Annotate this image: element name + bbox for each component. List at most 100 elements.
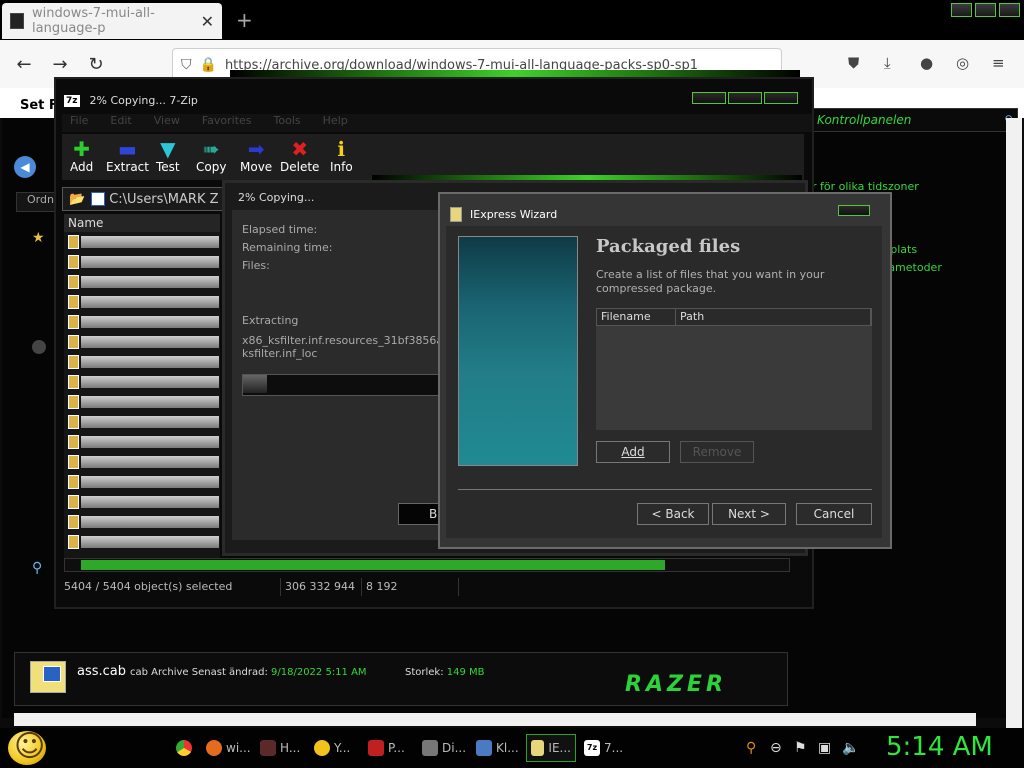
shield-icon[interactable]: ⛉	[181, 57, 192, 73]
search-tray-icon[interactable]: ⚲	[746, 740, 756, 756]
list-item[interactable]	[64, 352, 220, 372]
extract-button[interactable]: ▬ Extract	[106, 138, 149, 174]
list-item-label	[81, 496, 219, 508]
disk-icon	[422, 740, 438, 756]
list-item[interactable]	[64, 272, 220, 292]
taskbar-label: IE...	[548, 741, 571, 755]
info-button[interactable]: ℹ Info	[330, 138, 353, 174]
list-item[interactable]	[64, 392, 220, 412]
forward-button[interactable]: →	[48, 54, 72, 75]
menu-favorites[interactable]: Favorites	[202, 114, 252, 132]
taskbar-label: Di...	[442, 741, 467, 755]
lock-icon[interactable]: 🔒	[200, 57, 217, 73]
maximize-button[interactable]	[975, 3, 996, 17]
vertical-scrollbar[interactable]	[1006, 118, 1022, 728]
taskbar-item-di[interactable]: Di...	[422, 734, 466, 762]
menu-help[interactable]: Help	[323, 114, 348, 132]
list-item[interactable]	[64, 372, 220, 392]
tab-title: windows-7-mui-all-language-p	[32, 6, 155, 36]
test-check-icon: ▼	[160, 137, 176, 161]
remove-file-button[interactable]: Remove	[680, 441, 754, 463]
plus-icon: ✚	[73, 137, 90, 161]
column-filename[interactable]: Filename	[597, 309, 676, 325]
packaged-files-list[interactable]: Filename Path	[596, 308, 872, 430]
list-item[interactable]	[64, 332, 220, 352]
list-item[interactable]	[64, 252, 220, 272]
menu-file[interactable]: File	[70, 114, 88, 132]
list-item[interactable]	[64, 432, 220, 452]
list-item[interactable]	[64, 492, 220, 512]
taskbar-item-kl[interactable]: Kl...	[476, 734, 519, 762]
cancel-button[interactable]: Cancel	[796, 503, 872, 525]
minimize-button[interactable]	[951, 3, 972, 17]
list-item[interactable]	[64, 472, 220, 492]
taskbar-item-iexpress[interactable]: IE...	[526, 734, 576, 762]
horizontal-scrollbar[interactable]	[14, 713, 976, 726]
menu-tools[interactable]: Tools	[274, 114, 301, 132]
menu-edit[interactable]: Edit	[110, 114, 131, 132]
iexpress-close-button[interactable]	[838, 205, 870, 216]
network-tray-icon[interactable]: ▣	[818, 740, 831, 756]
list-item-label	[81, 456, 219, 468]
next-button[interactable]: Next >	[712, 503, 786, 525]
taskbar-item-h[interactable]: H...	[260, 734, 300, 762]
new-tab-button[interactable]: +	[236, 8, 253, 32]
taskbar-item-7zip[interactable]: 7z 7...	[584, 734, 623, 762]
menu-view[interactable]: View	[154, 114, 180, 132]
list-item[interactable]	[64, 452, 220, 472]
smiley-icon	[314, 740, 330, 756]
input-methods-link[interactable]: tametoder	[884, 261, 942, 274]
download-icon[interactable]: ⤓	[884, 54, 891, 72]
delete-label: Delete	[280, 160, 320, 174]
iexpress-titlebar: IExpress Wizard	[450, 207, 557, 222]
back-button-wizard[interactable]: < Back	[637, 503, 709, 525]
folder-up-icon[interactable]: 📂	[69, 192, 85, 207]
list-item[interactable]	[64, 292, 220, 312]
list-item[interactable]	[64, 412, 220, 432]
start-button[interactable]	[8, 729, 46, 765]
taskbar-chrome[interactable]	[176, 734, 192, 762]
taskbar-item-firefox[interactable]: wi...	[206, 734, 251, 762]
move-button[interactable]: ➡ Move	[240, 138, 272, 174]
add-file-button[interactable]: Add	[596, 441, 670, 463]
copy-button[interactable]: ➠ Copy	[196, 138, 226, 174]
profile-icon[interactable]: ●	[920, 54, 933, 72]
files-label: Files:	[242, 259, 270, 272]
browser-window-controls	[951, 3, 1020, 17]
network-icon[interactable]: ⚲	[32, 560, 42, 576]
7zip-window-controls	[692, 92, 798, 104]
explorer-back-icon[interactable]: ◀	[14, 156, 54, 178]
list-item[interactable]	[64, 532, 220, 552]
favorites-star-icon[interactable]: ★	[32, 230, 45, 246]
control-panel-search[interactable]: Kontrollpanelen ⚲	[812, 108, 1018, 132]
7zip-maximize-button[interactable]	[728, 92, 762, 104]
close-window-button[interactable]	[999, 3, 1020, 17]
pocket-icon[interactable]: ⛊	[848, 54, 859, 72]
taskbar-item-y[interactable]: Y...	[314, 734, 350, 762]
homegroup-icon[interactable]	[32, 340, 46, 354]
close-tab-icon[interactable]: ✕	[201, 12, 214, 31]
background-button[interactable]: B	[398, 503, 442, 525]
menu-icon[interactable]: ≡	[992, 54, 1005, 72]
scrollbar-thumb[interactable]	[81, 560, 665, 570]
7zip-close-button[interactable]	[764, 92, 798, 104]
7zip-horizontal-scrollbar[interactable]	[64, 558, 790, 572]
list-item[interactable]	[64, 232, 220, 252]
add-button[interactable]: ✚ Add	[70, 138, 93, 174]
column-path[interactable]: Path	[676, 309, 871, 325]
delete-button[interactable]: ✖ Delete	[280, 138, 319, 174]
flag-icon[interactable]: ⚑	[794, 740, 807, 756]
list-item[interactable]	[64, 312, 220, 332]
back-button[interactable]: ←	[12, 54, 36, 75]
tray-minus-icon[interactable]: ⊖	[770, 740, 782, 756]
extensions-icon[interactable]: ◎	[956, 54, 969, 72]
7zip-minimize-button[interactable]	[692, 92, 726, 104]
column-header-name[interactable]: Name	[64, 214, 220, 232]
list-item[interactable]	[64, 512, 220, 532]
reload-button[interactable]: ↻	[84, 54, 108, 75]
test-button[interactable]: ▼ Test	[156, 138, 180, 174]
browser-tab[interactable]: windows-7-mui-all-language-p ✕	[2, 3, 222, 39]
taskbar-item-p[interactable]: P...	[368, 734, 405, 762]
clock[interactable]: 5:14 AM	[886, 732, 993, 762]
volume-icon[interactable]: 🔈	[842, 740, 859, 756]
